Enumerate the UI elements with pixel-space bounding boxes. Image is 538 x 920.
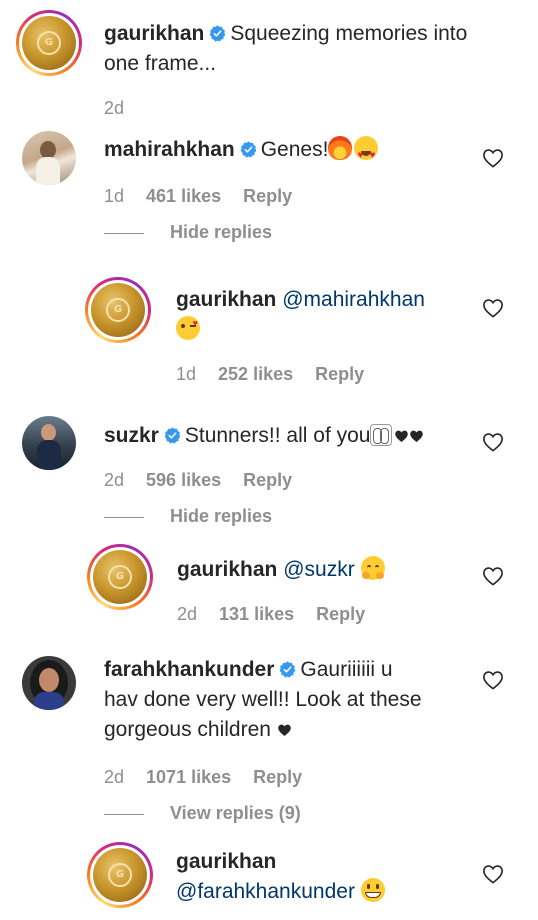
- fire-emoji-icon: [328, 136, 353, 160]
- mention-link[interactable]: @farahkhankunder: [176, 880, 355, 903]
- caption-time: 2d: [104, 98, 125, 118]
- comment-suzkr-text: suzkr Stunners!! all of you: [104, 422, 424, 450]
- kiss-wink-emoji-icon: ♥: [176, 316, 200, 340]
- reply-emoji-line: ♥: [176, 316, 200, 344]
- mention-link[interactable]: @suzkr: [283, 558, 355, 581]
- comment-meta: 2d 596 likes Reply: [104, 470, 293, 490]
- avatar-gaurikhan-reply[interactable]: G: [85, 277, 151, 343]
- likes-count[interactable]: 596 likes: [146, 470, 221, 490]
- caption-username[interactable]: gaurikhan: [104, 22, 204, 45]
- verified-badge-icon: [209, 25, 226, 42]
- heart-outline-icon[interactable]: [482, 432, 504, 452]
- likes-count[interactable]: 131 likes: [219, 604, 294, 624]
- reply-username-line: gaurikhan: [176, 848, 276, 876]
- verified-badge-icon: [164, 427, 181, 444]
- raised-hands-emoji-icon: [370, 424, 393, 446]
- caption-line-1: gaurikhan Squeezing memories into: [104, 20, 467, 48]
- verified-badge-icon: [279, 661, 296, 678]
- avatar-gaurikhan-reply[interactable]: G: [87, 544, 153, 610]
- reply-username[interactable]: gaurikhan: [176, 288, 276, 311]
- hide-replies-button[interactable]: Hide replies: [170, 506, 272, 527]
- reply-meta: 2d 131 likes Reply: [177, 604, 366, 624]
- avatar-farahkhankunder[interactable]: [22, 656, 76, 710]
- reply-button[interactable]: Reply: [253, 767, 302, 787]
- gk-logo-icon: G: [105, 297, 131, 323]
- reply-username[interactable]: gaurikhan: [176, 850, 276, 873]
- replies-divider: [104, 233, 144, 234]
- heart-eyes-emoji-icon: ♥ ♥: [354, 136, 379, 161]
- reply-button[interactable]: Reply: [315, 364, 364, 384]
- reply-username[interactable]: gaurikhan: [177, 558, 277, 581]
- black-heart-icon: [277, 723, 292, 737]
- comment-farah-line-2: hav done very well!! Look at these: [104, 688, 422, 711]
- grinning-emoji-icon: [360, 878, 385, 902]
- reply-button[interactable]: Reply: [243, 470, 292, 490]
- comment-meta: 2d 1071 likes Reply: [104, 767, 303, 787]
- gk-logo-icon: G: [36, 30, 62, 56]
- heart-outline-icon[interactable]: [482, 298, 504, 318]
- gk-logo-icon: G: [107, 564, 133, 590]
- reply-meta: 1d 252 likes Reply: [176, 364, 365, 384]
- avatar-gaurikhan-reply[interactable]: G: [87, 842, 153, 908]
- gk-logo-icon: G: [107, 862, 133, 888]
- reply-text: gaurikhan @mahirahkhan: [176, 286, 425, 314]
- comment-farah-line-1: farahkhankunder Gauriiiiii u: [104, 658, 393, 681]
- comment-username[interactable]: farahkhankunder: [104, 658, 274, 681]
- comment-username[interactable]: suzkr: [104, 424, 159, 447]
- comment-farah-line-3: gorgeous children: [104, 716, 292, 744]
- black-heart-icon: [394, 429, 409, 443]
- verified-badge-icon: [240, 141, 257, 158]
- replies-divider: [104, 517, 144, 518]
- heart-outline-icon[interactable]: [482, 566, 504, 586]
- hugging-emoji-icon: [360, 556, 385, 580]
- black-heart-icon: [409, 429, 424, 443]
- comment-mahirahkhan-text: mahirahkhan Genes! ♥ ♥: [104, 136, 379, 164]
- caption-text-1: Squeezing memories into: [230, 22, 468, 45]
- heart-outline-icon[interactable]: [482, 670, 504, 690]
- avatar-suzkr[interactable]: [22, 416, 76, 470]
- likes-count[interactable]: 461 likes: [146, 186, 221, 206]
- caption-line-2: one frame...: [104, 52, 217, 75]
- hide-replies-button[interactable]: Hide replies: [170, 222, 272, 243]
- heart-outline-icon[interactable]: [482, 864, 504, 884]
- heart-outline-icon[interactable]: [482, 148, 504, 168]
- comment-meta: 1d 461 likes Reply: [104, 186, 293, 206]
- view-replies-button[interactable]: View replies (9): [170, 803, 301, 824]
- avatar-mahirahkhan[interactable]: [22, 131, 76, 185]
- reply-button[interactable]: Reply: [243, 186, 292, 206]
- reply-mention-line: @farahkhankunder: [176, 878, 385, 906]
- reply-text: gaurikhan @suzkr: [177, 556, 385, 584]
- likes-count[interactable]: 252 likes: [218, 364, 293, 384]
- likes-count[interactable]: 1071 likes: [146, 767, 231, 787]
- avatar-gaurikhan-caption[interactable]: G: [16, 10, 82, 76]
- replies-divider: [104, 814, 144, 815]
- reply-button[interactable]: Reply: [316, 604, 365, 624]
- comment-username[interactable]: mahirahkhan: [104, 138, 235, 161]
- mention-link[interactable]: @mahirahkhan: [282, 288, 425, 311]
